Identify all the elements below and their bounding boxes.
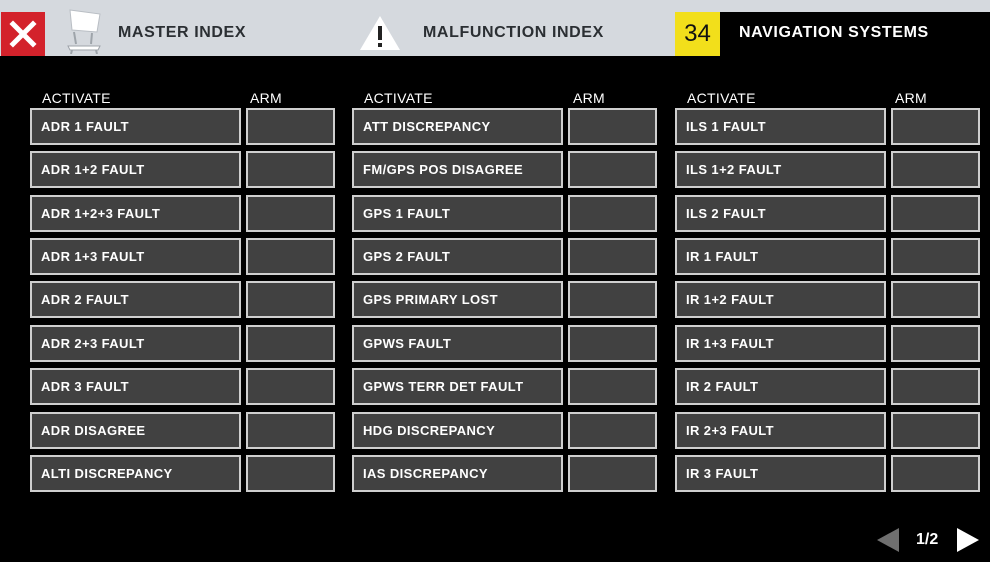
- activate-button[interactable]: IR 1+2 FAULT: [675, 281, 886, 318]
- activate-button[interactable]: ADR 2+3 FAULT: [30, 325, 241, 362]
- arm-button[interactable]: [246, 195, 335, 232]
- chapter-title: NAVIGATION SYSTEMS: [739, 24, 929, 41]
- activate-button[interactable]: GPS 1 FAULT: [352, 195, 563, 232]
- chapter-number-badge: 34: [675, 12, 720, 56]
- activate-button[interactable]: IR 2+3 FAULT: [675, 412, 886, 449]
- activate-button[interactable]: ADR 1 FAULT: [30, 108, 241, 145]
- next-page-button[interactable]: [956, 527, 980, 553]
- arm-button[interactable]: [568, 281, 657, 318]
- activate-header: ACTIVATE: [42, 90, 111, 106]
- activate-button[interactable]: HDG DISCREPANCY: [352, 412, 563, 449]
- master-index-tab[interactable]: MASTER INDEX: [118, 24, 246, 42]
- activate-button[interactable]: IR 3 FAULT: [675, 455, 886, 492]
- arm-button[interactable]: [568, 238, 657, 275]
- page-indicator: 1/2: [916, 531, 939, 548]
- arm-button[interactable]: [568, 325, 657, 362]
- triangle-left-icon: [877, 528, 899, 552]
- arm-button[interactable]: [246, 108, 335, 145]
- activate-button[interactable]: IR 1 FAULT: [675, 238, 886, 275]
- arm-button[interactable]: [891, 195, 980, 232]
- activate-button[interactable]: ADR 1+3 FAULT: [30, 238, 241, 275]
- arm-button[interactable]: [891, 455, 980, 492]
- close-icon: [9, 20, 37, 48]
- arm-button[interactable]: [246, 281, 335, 318]
- arm-button[interactable]: [246, 238, 335, 275]
- activate-button[interactable]: IAS DISCREPANCY: [352, 455, 563, 492]
- arm-button[interactable]: [246, 412, 335, 449]
- master-index-icon[interactable]: [64, 8, 104, 55]
- arm-button[interactable]: [891, 108, 980, 145]
- previous-page-button[interactable]: [876, 527, 900, 553]
- arm-button[interactable]: [891, 238, 980, 275]
- activate-button[interactable]: ALTI DISCREPANCY: [30, 455, 241, 492]
- arm-button[interactable]: [568, 368, 657, 405]
- arm-button[interactable]: [891, 412, 980, 449]
- activate-button[interactable]: ATT DISCREPANCY: [352, 108, 563, 145]
- activate-header: ACTIVATE: [364, 90, 433, 106]
- aircraft-on-stand-icon: [67, 9, 101, 55]
- activate-button[interactable]: ADR 1+2+3 FAULT: [30, 195, 241, 232]
- activate-button[interactable]: ADR DISAGREE: [30, 412, 241, 449]
- arm-button[interactable]: [568, 195, 657, 232]
- activate-button[interactable]: GPS 2 FAULT: [352, 238, 563, 275]
- malfunction-index-tab[interactable]: MALFUNCTION INDEX: [423, 24, 604, 42]
- activate-button[interactable]: GPWS FAULT: [352, 325, 563, 362]
- arm-button[interactable]: [568, 412, 657, 449]
- arm-button[interactable]: [891, 325, 980, 362]
- activate-button[interactable]: GPS PRIMARY LOST: [352, 281, 563, 318]
- activate-button[interactable]: ILS 1 FAULT: [675, 108, 886, 145]
- arm-header: ARM: [573, 90, 606, 106]
- arm-button[interactable]: [568, 108, 657, 145]
- arm-button[interactable]: [568, 151, 657, 188]
- activate-button[interactable]: ILS 2 FAULT: [675, 195, 886, 232]
- activate-button[interactable]: ADR 1+2 FAULT: [30, 151, 241, 188]
- arm-button[interactable]: [568, 455, 657, 492]
- arm-header: ARM: [895, 90, 928, 106]
- activate-button[interactable]: GPWS TERR DET FAULT: [352, 368, 563, 405]
- arm-button[interactable]: [891, 151, 980, 188]
- arm-button[interactable]: [246, 325, 335, 362]
- activate-header: ACTIVATE: [687, 90, 756, 106]
- warning-triangle-icon: [360, 16, 400, 50]
- activate-button[interactable]: ILS 1+2 FAULT: [675, 151, 886, 188]
- arm-button[interactable]: [246, 368, 335, 405]
- activate-button[interactable]: IR 1+3 FAULT: [675, 325, 886, 362]
- activate-button[interactable]: IR 2 FAULT: [675, 368, 886, 405]
- close-button[interactable]: [1, 12, 45, 56]
- arm-button[interactable]: [246, 455, 335, 492]
- arm-button[interactable]: [891, 368, 980, 405]
- activate-button[interactable]: ADR 2 FAULT: [30, 281, 241, 318]
- arm-header: ARM: [250, 90, 283, 106]
- activate-button[interactable]: FM/GPS POS DISAGREE: [352, 151, 563, 188]
- arm-button[interactable]: [246, 151, 335, 188]
- malfunction-index-icon[interactable]: [358, 14, 402, 52]
- activate-button[interactable]: ADR 3 FAULT: [30, 368, 241, 405]
- triangle-right-icon: [957, 528, 979, 552]
- arm-button[interactable]: [891, 281, 980, 318]
